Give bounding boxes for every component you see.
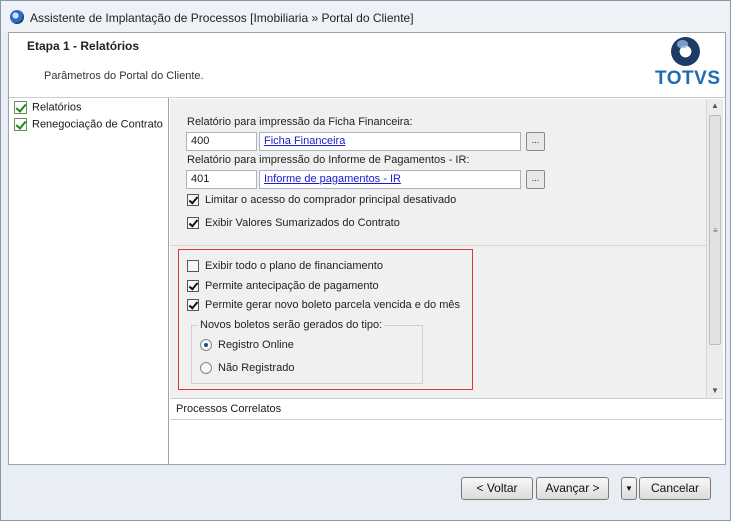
checkbox-label: Permite antecipação de pagamento: [205, 280, 379, 293]
step-header: Etapa 1 - Relatórios Parâmetros do Porta…: [9, 33, 725, 98]
related-processes-header[interactable]: Processos Correlatos: [170, 399, 723, 420]
step-description: Parâmetros do Portal do Cliente.: [44, 70, 204, 82]
window-title: Assistente de Implantação de Processos […: [30, 11, 414, 25]
steps-tree: Relatórios Renegociação de Contrato: [9, 98, 169, 464]
informe-label: Relatório para impressão do Informe de P…: [187, 154, 470, 166]
checkbox-box: [187, 194, 199, 207]
tree-item-renegociacao[interactable]: Renegociação de Contrato: [14, 118, 163, 134]
limit-access-checkbox[interactable]: Limitar o acesso do comprador principal …: [187, 194, 457, 207]
radio-dot: [200, 339, 212, 352]
chevron-down-icon[interactable]: ▼: [621, 477, 637, 500]
highlight-frame: Exibir todo o plano de financiamento Per…: [178, 249, 473, 390]
ficha-label: Relatório para impressão da Ficha Financ…: [187, 116, 413, 128]
checkbox-box: [187, 217, 199, 230]
checkbox-label: Exibir Valores Sumarizados do Contrato: [205, 217, 400, 230]
boleto-type-legend: Novos boletos serão gerados do tipo:: [198, 319, 385, 331]
logo-text: TOTVS: [655, 68, 721, 89]
checkbox-box: [187, 260, 199, 273]
radio-label: Não Registrado: [218, 362, 295, 375]
informe-name-input[interactable]: Informe de pagamentos - IR: [259, 170, 521, 189]
tree-item-label: Relatórios: [32, 101, 82, 114]
totvs-logo-icon: [671, 37, 700, 66]
scroll-thumb[interactable]: ≡: [709, 115, 721, 345]
tree-item-relatorios[interactable]: Relatórios: [14, 101, 82, 117]
parameters-panel[interactable]: Relatório para impressão da Ficha Financ…: [170, 99, 723, 398]
radio-dot: [200, 362, 212, 375]
totvs-logo: TOTVS: [653, 37, 721, 93]
title-bar: Assistente de Implantação de Processos […: [1, 1, 730, 33]
checkbox-label: Limitar o acesso do comprador principal …: [205, 194, 457, 207]
vertical-scrollbar[interactable]: ▲ ≡ ▼: [706, 99, 723, 398]
next-button[interactable]: Avançar >: [536, 477, 609, 500]
checked-icon: [14, 101, 27, 114]
checkbox-box: [187, 280, 199, 293]
wizard-frame: Etapa 1 - Relatórios Parâmetros do Porta…: [8, 32, 726, 465]
scroll-down-icon[interactable]: ▼: [707, 384, 723, 398]
step-title: Etapa 1 - Relatórios: [27, 39, 140, 53]
report-settings-group: Relatório para impressão da Ficha Financ…: [170, 99, 706, 246]
checked-icon: [14, 118, 27, 131]
ficha-name-input[interactable]: Ficha Financeira: [259, 132, 521, 151]
new-boleto-checkbox[interactable]: Permite gerar novo boleto parcela vencid…: [187, 299, 460, 312]
back-button[interactable]: < Voltar: [461, 477, 533, 500]
grip-icon: ≡: [713, 226, 718, 235]
nao-registrado-radio[interactable]: Não Registrado: [200, 362, 295, 375]
tree-item-label: Renegociação de Contrato: [32, 118, 163, 131]
ficha-lookup-button[interactable]: ...: [526, 132, 545, 151]
informe-lookup-button[interactable]: ...: [526, 170, 545, 189]
radio-label: Registro Online: [218, 339, 294, 352]
summarized-values-checkbox[interactable]: Exibir Valores Sumarizados do Contrato: [187, 217, 400, 230]
full-plan-checkbox[interactable]: Exibir todo o plano de financiamento: [187, 260, 383, 273]
app-icon: [10, 10, 24, 24]
informe-code-input[interactable]: 401: [186, 170, 257, 189]
ficha-code-input[interactable]: 400: [186, 132, 257, 151]
checkbox-label: Permite gerar novo boleto parcela vencid…: [205, 299, 460, 312]
financing-settings-group: Exibir todo o plano de financiamento Per…: [170, 249, 706, 398]
cancel-button[interactable]: Cancelar: [639, 477, 711, 500]
checkbox-label: Exibir todo o plano de financiamento: [205, 260, 383, 273]
boleto-type-group: Novos boletos serão gerados do tipo: Reg…: [191, 319, 423, 384]
prepayment-checkbox[interactable]: Permite antecipação de pagamento: [187, 280, 379, 293]
checkbox-box: [187, 299, 199, 312]
scroll-up-icon[interactable]: ▲: [707, 99, 723, 113]
related-processes-panel: Processos Correlatos: [170, 398, 723, 464]
registro-online-radio[interactable]: Registro Online: [200, 339, 294, 352]
wizard-window: Assistente de Implantação de Processos […: [0, 0, 731, 521]
